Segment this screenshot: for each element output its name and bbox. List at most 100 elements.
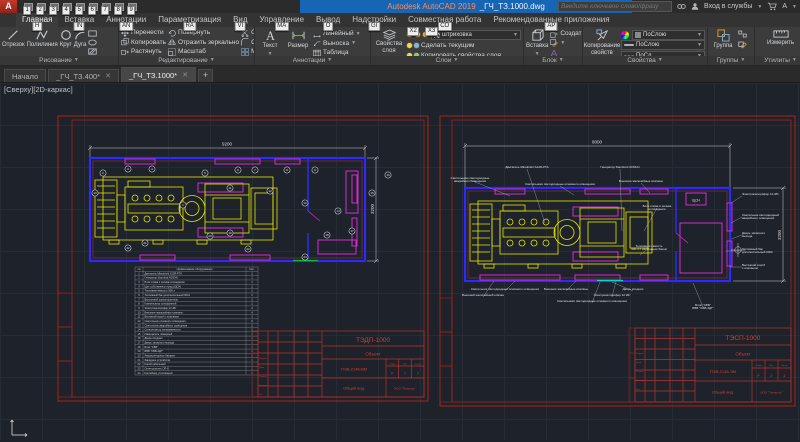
- side-stamp-box: [58, 293, 72, 327]
- quick-access-button[interactable]: 6: [88, 1, 98, 12]
- group-edit-icon[interactable]: [738, 41, 747, 49]
- svg-text:15: 15: [370, 191, 374, 195]
- file-tab-start[interactable]: Начало: [4, 69, 46, 82]
- lineweight-dropdown[interactable]: ПоСлою ▼: [621, 40, 705, 50]
- dimension-tool-button[interactable]: Размер: [285, 28, 311, 50]
- leader-button[interactable]: Выноска▼: [313, 39, 361, 49]
- application-menu-button[interactable]: A: [0, 0, 17, 13]
- fillet-button[interactable]: Сопряжение▼: [241, 38, 254, 48]
- quick-access-button[interactable]: 3: [49, 1, 59, 12]
- rotate-button[interactable]: Повернуть: [168, 28, 239, 38]
- keytip-collaborate: CO: [438, 22, 452, 31]
- svg-text:1: 1: [251, 297, 253, 301]
- panel-annotation-title[interactable]: Аннотации▼: [255, 56, 370, 65]
- autodesk-account-button[interactable]: А: [782, 3, 787, 10]
- mirror-button[interactable]: Отразить зеркально: [168, 38, 239, 48]
- tab-view[interactable]: ВидVI: [227, 13, 253, 27]
- scale-button[interactable]: Масштаб: [168, 47, 239, 56]
- array-icon: [241, 48, 249, 56]
- close-tab-icon[interactable]: ✕: [105, 72, 111, 80]
- signin-button[interactable]: Вход в службы: [704, 3, 752, 10]
- panel-utilities-title[interactable]: Утилиты▼: [755, 56, 800, 65]
- tab-parametric[interactable]: ПараметризацияRA: [152, 13, 227, 27]
- tab-collaborate[interactable]: Совместная работаCO: [402, 13, 487, 27]
- right-sheet: 8000 3200: [440, 116, 795, 406]
- block-edit-caret-icon[interactable]: ▼: [560, 40, 565, 46]
- keytip-x2: Х2: [407, 27, 419, 36]
- quick-access-button[interactable]: 9: [127, 1, 137, 12]
- text-tool-button[interactable]: A Текст▼: [257, 28, 283, 56]
- panel-block-title[interactable]: Блок▼: [524, 56, 582, 65]
- quick-access-button[interactable]: 4: [62, 1, 72, 12]
- panel-groups-title[interactable]: Группы▼: [708, 56, 754, 65]
- layer-properties-button[interactable]: Свойства слоя: [373, 28, 405, 54]
- line-tool-button[interactable]: Отрезок: [2, 28, 25, 49]
- table-button[interactable]: Таблица: [313, 48, 361, 56]
- ungroup-icon[interactable]: [738, 30, 747, 38]
- rectangle-tool-icon[interactable]: [88, 30, 97, 37]
- tab-insert[interactable]: ВставкаIN: [58, 13, 100, 27]
- svg-text:Стадия: Стадия: [389, 364, 396, 366]
- app-store-cart-icon[interactable]: [767, 2, 777, 11]
- help-search-input[interactable]: [558, 1, 672, 12]
- quick-access-button[interactable]: 8: [114, 1, 124, 12]
- tab-manage[interactable]: УправлениеMA: [254, 13, 310, 27]
- linear-caret-icon[interactable]: ▼: [356, 31, 361, 37]
- quick-access-button[interactable]: 1: [23, 1, 33, 12]
- object-color-dropdown[interactable]: ПоСлою ▼: [632, 30, 705, 40]
- array-button[interactable]: Массив▼: [241, 47, 254, 56]
- svg-text:1: 1: [251, 289, 253, 293]
- quick-access-button[interactable]: 2: [36, 1, 46, 12]
- tab-output[interactable]: ВыводO: [310, 13, 346, 27]
- insert-block-button[interactable]: Вставка▼: [526, 28, 548, 56]
- viewport-controls[interactable]: [Сверху][2D-каркас]: [4, 85, 73, 94]
- table-icon: [313, 49, 321, 56]
- circle-tool-button[interactable]: Круг: [60, 28, 72, 49]
- user-icon: [691, 2, 699, 11]
- signin-caret-icon[interactable]: ▼: [757, 4, 762, 10]
- model-space-canvas[interactable]: [Сверху][2D-каркас]: [0, 83, 800, 440]
- color-wheel-icon: [621, 31, 629, 39]
- panel-annotation: A Текст▼ Размер Линейный▼ Выноска▼ Табли…: [255, 27, 371, 65]
- tab-addins[interactable]: НадстройкиGI: [346, 13, 402, 27]
- scale-icon: [168, 48, 176, 56]
- drawing-content: 9200 3200: [0, 83, 800, 442]
- quick-access-button[interactable]: 5: [75, 1, 85, 12]
- close-tab-icon[interactable]: ✕: [182, 71, 188, 79]
- tab-featured-apps[interactable]: Рекомендованные приложенияAP: [487, 13, 615, 27]
- layer-dropdown[interactable]: штриховка ▼: [431, 30, 521, 40]
- stretch-button[interactable]: Растянуть: [121, 47, 166, 56]
- hatch-tool-icon[interactable]: [88, 48, 97, 55]
- copy-button[interactable]: Копировать: [121, 38, 166, 48]
- leader-caret-icon[interactable]: ▼: [351, 40, 356, 46]
- make-current-button[interactable]: Сделать текущим: [407, 41, 521, 51]
- new-drawing-tab-button[interactable]: +: [198, 69, 213, 82]
- panel-modify-title[interactable]: Редактирование▼: [119, 56, 254, 65]
- linear-dim-button[interactable]: Линейный▼: [313, 29, 361, 39]
- account-caret-icon[interactable]: ▼: [792, 4, 797, 10]
- file-tab-gch-t3-400[interactable]: _ГЧ_ТЗ.400*✕: [48, 69, 119, 82]
- tb-code: ТЭСП-1000: [726, 335, 761, 342]
- search-binoculars-icon[interactable]: [677, 2, 686, 11]
- ellipse-tool-icon[interactable]: [88, 39, 97, 46]
- file-tab-gch-t3-1000[interactable]: _ГЧ_ТЗ.1000*✕: [121, 67, 196, 82]
- svg-text:1: 1: [251, 293, 253, 297]
- quick-access-button[interactable]: 7: [101, 1, 111, 12]
- measure-button[interactable]: Измерить: [761, 28, 800, 47]
- match-properties-button[interactable]: Копирование свойств: [585, 28, 619, 56]
- arc-tool-button[interactable]: Дуга: [74, 28, 87, 49]
- svg-text:Огнетушитель ОП-8: Огнетушитель ОП-8: [145, 366, 170, 370]
- tab-annotate[interactable]: АннотацииAN: [100, 13, 152, 27]
- panel-layers-title[interactable]: Слои▼: [371, 56, 523, 65]
- svg-text:18: 18: [325, 233, 329, 237]
- svg-text:21: 21: [138, 358, 141, 362]
- tab-home[interactable]: ГлавнаяH: [16, 13, 58, 27]
- svg-text:Н.контр.: Н.контр.: [259, 385, 268, 387]
- panel-draw-title[interactable]: Рисование▼: [0, 56, 118, 65]
- group-button[interactable]: Группа: [710, 28, 736, 50]
- polyline-tool-button[interactable]: Полилиния: [27, 28, 58, 49]
- left-sheet: 9200 3200: [58, 116, 428, 401]
- block-edit-button[interactable]: ▼: [550, 39, 582, 49]
- block-attrib-button[interactable]: [550, 48, 582, 56]
- panel-properties-title[interactable]: Свойства▼: [583, 56, 707, 65]
